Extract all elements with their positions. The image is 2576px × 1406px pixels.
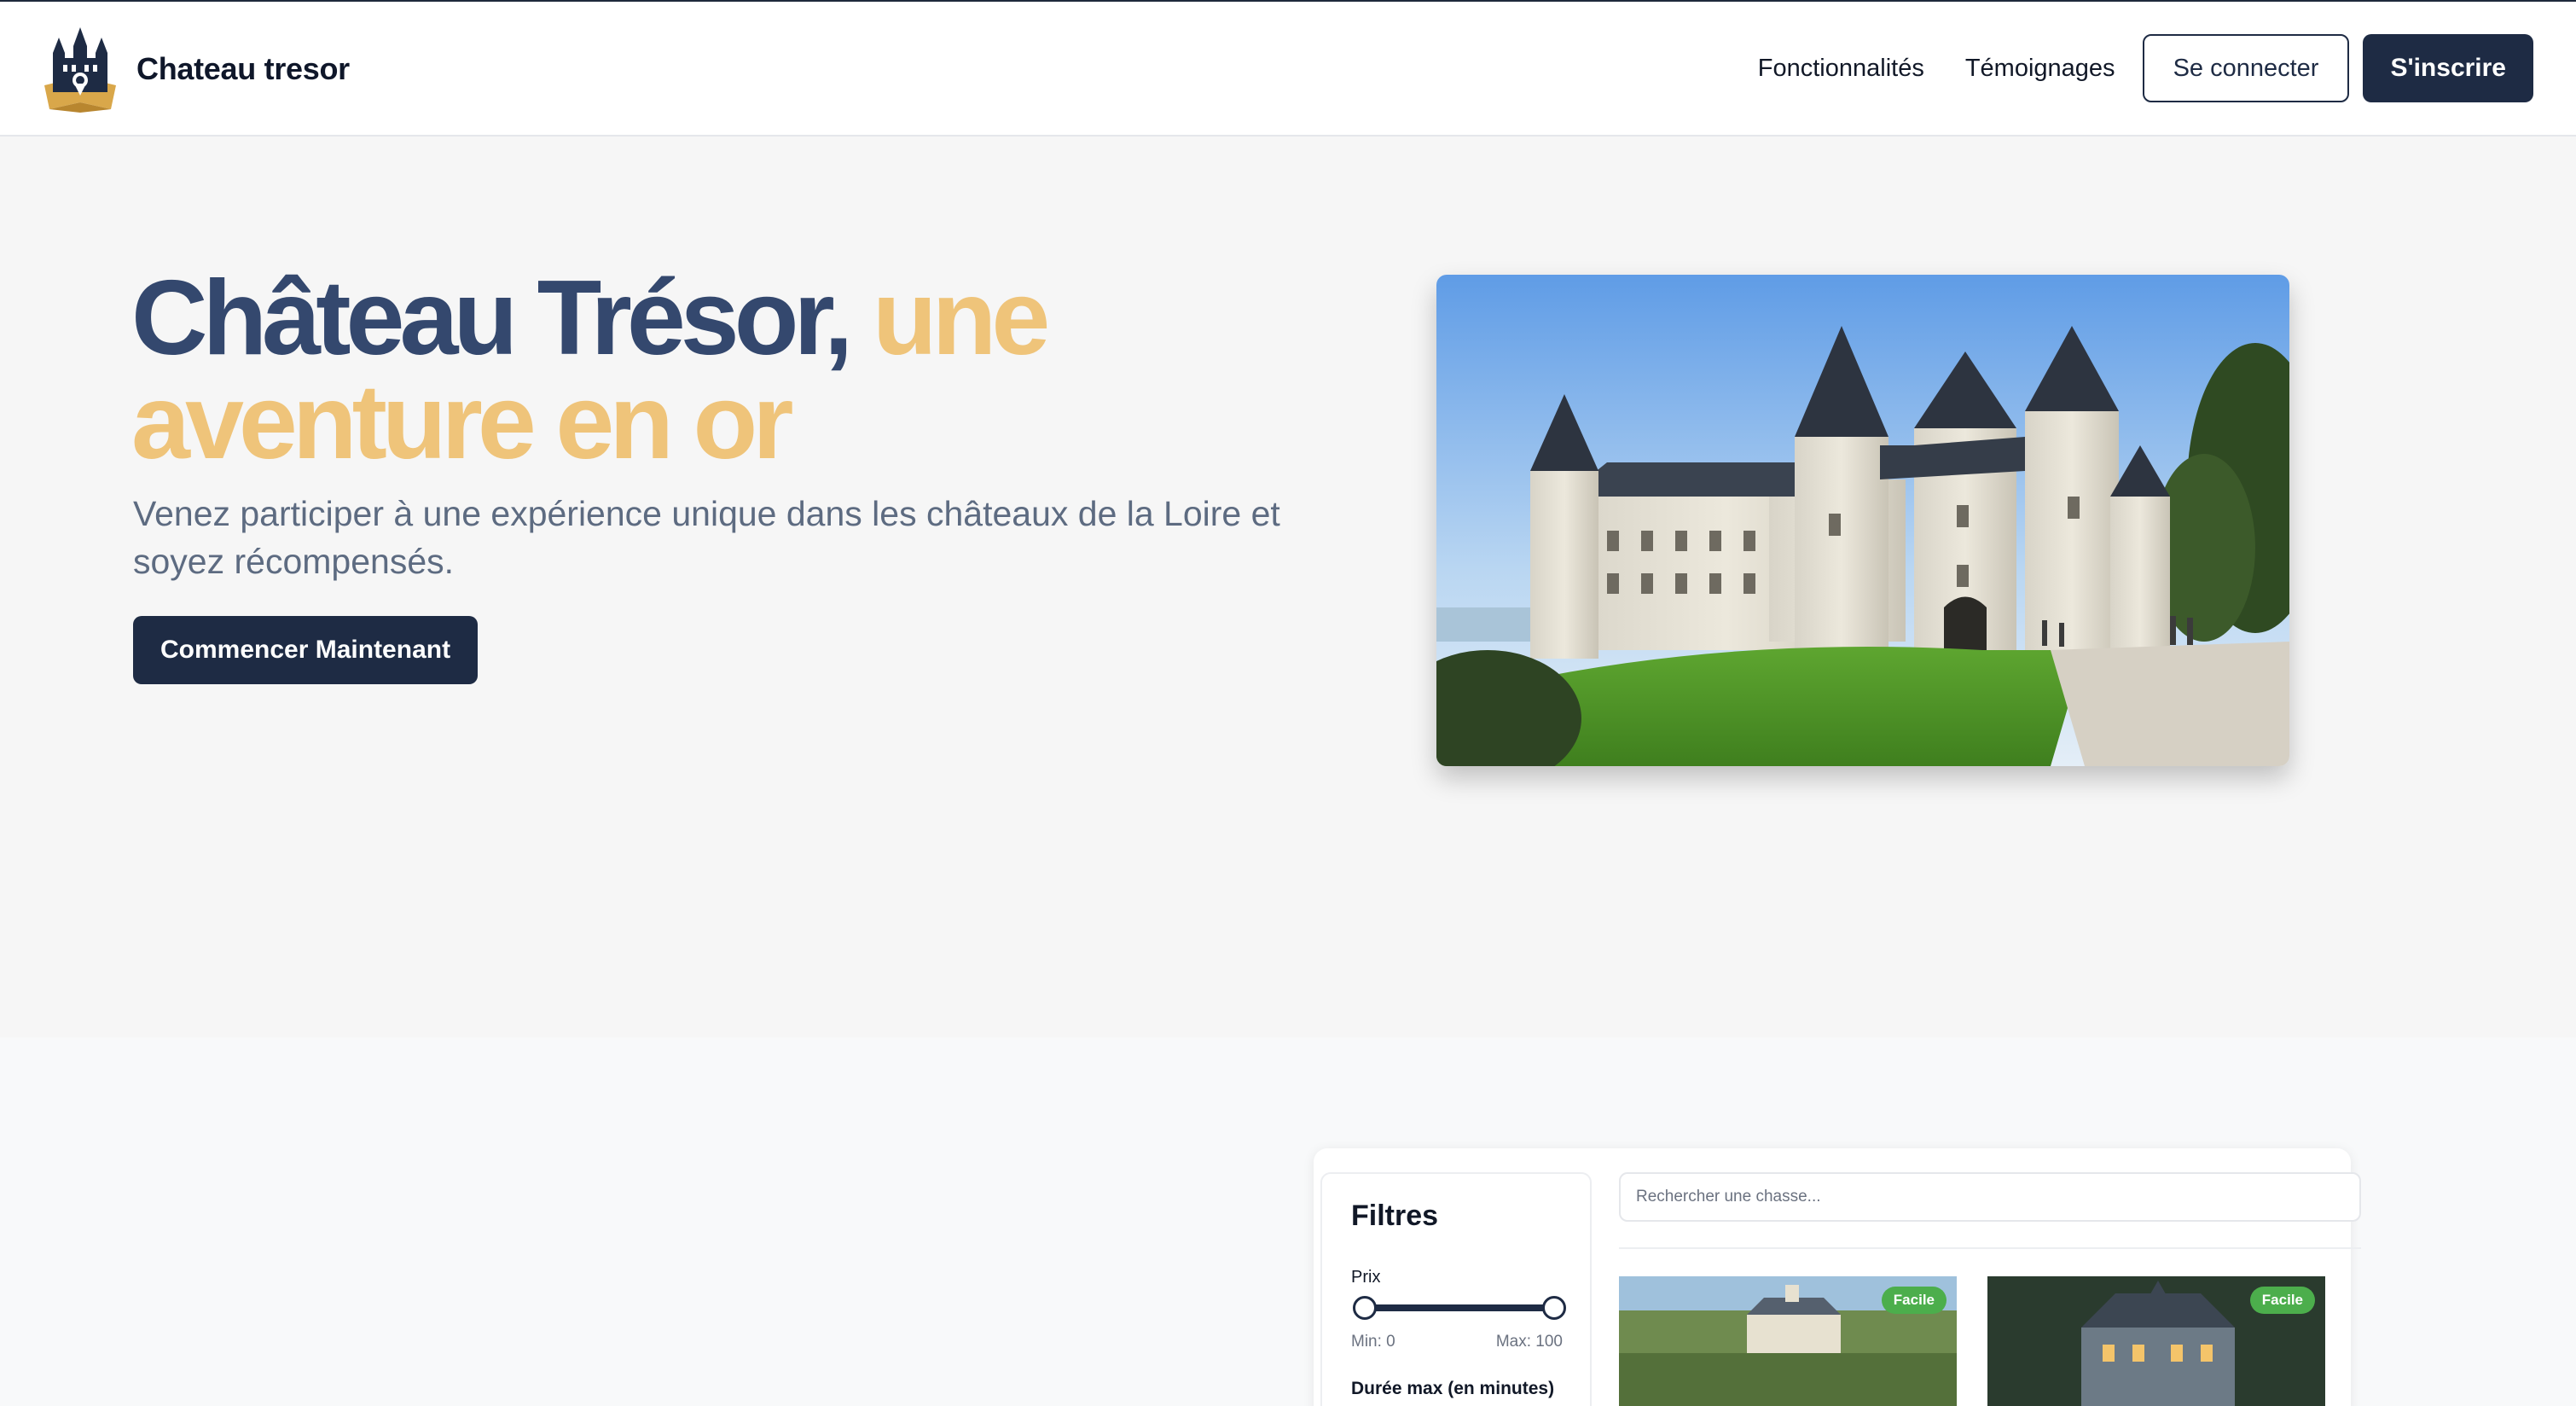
castle-photo: [1436, 275, 2289, 766]
castle-logo-icon: [44, 27, 116, 113]
hero-title-dark: Château Trésor,: [131, 259, 873, 377]
nav-link-fonctionnalites[interactable]: Fonctionnalités: [1758, 55, 1924, 83]
duration-label: Durée max (en minutes): [1351, 1379, 1555, 1398]
login-button[interactable]: Se connecter: [2142, 34, 2350, 102]
brand[interactable]: Chateau tresor: [38, 24, 350, 114]
price-label: Prix: [1351, 1268, 1381, 1287]
divider: [1619, 1247, 2361, 1249]
hero-subtitle: Venez participer à une expérience unique…: [133, 494, 1280, 581]
filters-title: Filtres: [1351, 1200, 1439, 1232]
difficulty-badge: Facile: [1881, 1287, 1947, 1314]
nav-link-temoignages[interactable]: Témoignages: [1965, 55, 2115, 83]
hunt-card[interactable]: Facile: [1987, 1276, 2325, 1406]
difficulty-badge: Facile: [2249, 1287, 2315, 1314]
hunt-search-input[interactable]: Rechercher une chasse...: [1619, 1172, 2361, 1222]
hunt-card[interactable]: Facile: [1619, 1276, 1957, 1406]
start-now-button[interactable]: Commencer Maintenant: [133, 616, 479, 684]
navbar: Chateau tresor Fonctionnalités Témoignag…: [0, 2, 2576, 137]
hero-section: Château Trésor, une aventure en or Venez…: [0, 138, 2576, 1037]
signup-button[interactable]: S'inscrire: [2363, 34, 2533, 102]
hero-castle-image: [1436, 275, 2289, 766]
filters-panel: Filtres Prix Min: 0 Max: 100 Durée max (…: [1320, 1172, 1592, 1406]
price-min-value: Min: 0: [1351, 1333, 1395, 1351]
app-preview-window: Filtres Prix Min: 0 Max: 100 Durée max (…: [1314, 1148, 2361, 1406]
price-max-handle[interactable]: [1542, 1296, 1566, 1320]
nav-links: Fonctionnalités Témoignages Se connecter…: [1758, 34, 2533, 102]
brand-name: Chateau tresor: [136, 51, 350, 86]
app-preview-section: Filtres Prix Min: 0 Max: 100 Durée max (…: [0, 1037, 2576, 1406]
price-max-value: Max: 100: [1495, 1333, 1563, 1351]
price-range-track[interactable]: [1365, 1304, 1552, 1311]
hero-title: Château Trésor, une aventure en or: [131, 265, 1240, 475]
price-min-handle[interactable]: [1353, 1296, 1377, 1320]
